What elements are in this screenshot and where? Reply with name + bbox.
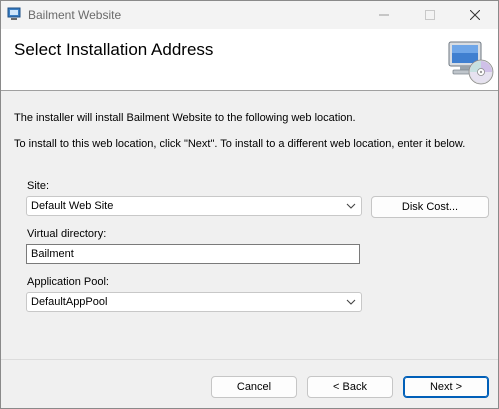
minimize-icon [379,14,389,16]
installer-window: Bailment Website Select Installation Add… [0,0,499,409]
footer-divider [1,359,498,360]
site-value: Default Web Site [31,200,114,212]
close-icon [470,10,480,20]
computer-cd-icon [448,41,494,85]
cancel-button[interactable]: Cancel [211,376,297,398]
window-title: Bailment Website [28,8,122,22]
chevron-down-icon [346,203,356,209]
title-bar[interactable]: Bailment Website [1,1,498,29]
application-pool-value: DefaultAppPool [31,296,108,308]
application-pool-dropdown[interactable]: DefaultAppPool [26,292,362,312]
intro-text-1: The installer will install Bailment Webs… [14,112,356,124]
intro-text-2: To install to this web location, click "… [14,138,466,150]
close-button[interactable] [452,1,498,29]
next-button[interactable]: Next > [403,376,489,398]
site-dropdown[interactable]: Default Web Site [26,196,362,216]
maximize-icon [425,10,435,20]
application-pool-label: Application Pool: [27,276,109,288]
disk-cost-button[interactable]: Disk Cost... [371,196,489,218]
maximize-button[interactable] [407,1,453,29]
page-title: Select Installation Address [14,40,214,59]
site-label: Site: [27,180,50,192]
app-icon [7,7,21,20]
virtual-directory-input[interactable]: Bailment [26,244,360,264]
virtual-directory-label: Virtual directory: [27,228,107,240]
minimize-button[interactable] [361,1,407,29]
chevron-down-icon [346,299,356,305]
header-banner: Select Installation Address [1,29,498,91]
back-button[interactable]: < Back [307,376,393,398]
